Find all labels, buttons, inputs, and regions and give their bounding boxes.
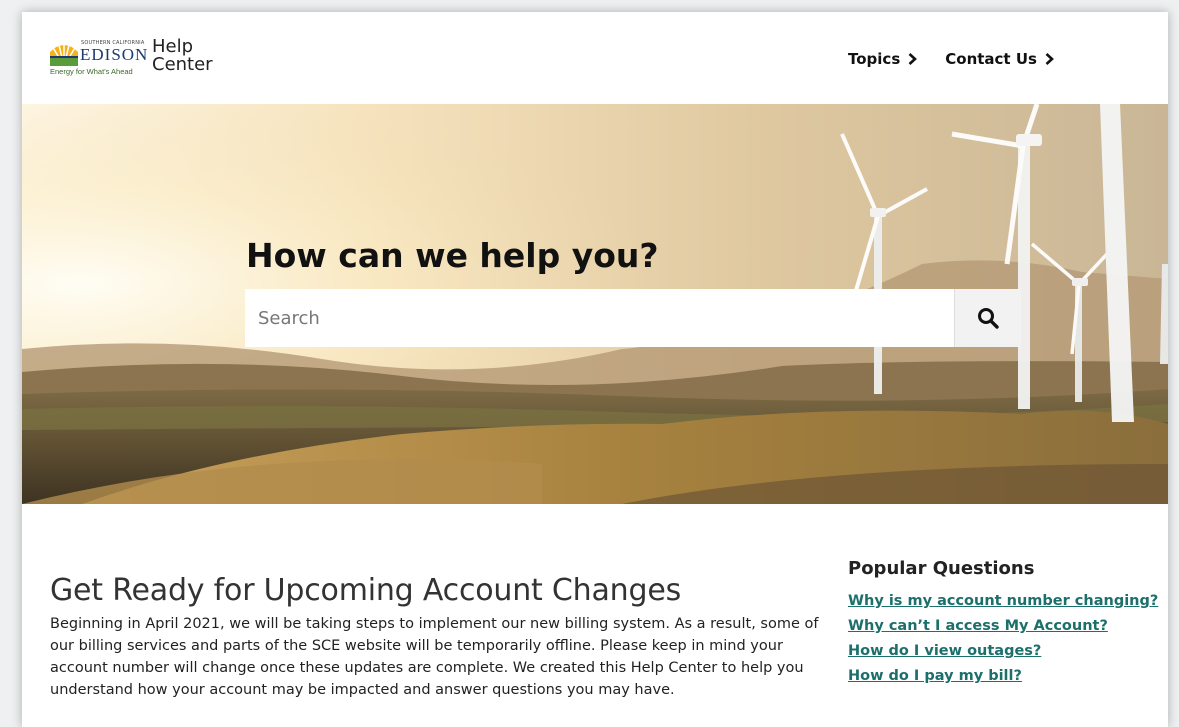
question-link[interactable]: Why is my account number changing? xyxy=(848,593,1166,609)
search-bar xyxy=(245,289,1021,347)
chevron-right-icon xyxy=(1045,53,1054,65)
nav-topics-label: Topics xyxy=(848,50,901,68)
logo-tagline: Energy for What's Ahead xyxy=(50,67,133,76)
nav-contact-label: Contact Us xyxy=(945,50,1037,68)
site-header: SOUTHERN CALIFORNIA EDISON Energy for Wh… xyxy=(22,12,1168,104)
search-button[interactable] xyxy=(954,289,1021,347)
nav-contact-us[interactable]: Contact Us xyxy=(945,50,1054,68)
popular-questions-title: Popular Questions xyxy=(848,558,1035,579)
chevron-right-icon xyxy=(908,53,918,65)
article-body: Beginning in April 2021, we will be taki… xyxy=(50,615,819,698)
site-title: Help Center xyxy=(152,38,213,74)
question-link[interactable]: How do I view outages? xyxy=(848,643,1166,659)
site-logo[interactable]: SOUTHERN CALIFORNIA EDISON Energy for Wh… xyxy=(50,38,213,84)
logo-name: EDISON xyxy=(80,45,149,64)
question-link[interactable]: Why can’t I access My Account? xyxy=(848,618,1166,634)
search-input[interactable] xyxy=(245,289,954,347)
nav-topics[interactable]: Topics xyxy=(848,50,918,68)
sun-logo-icon xyxy=(50,38,78,66)
hero-banner: How can we help you? xyxy=(22,104,1168,504)
site-title-line2: Center xyxy=(152,54,213,75)
main-nav: Topics Contact Us xyxy=(848,50,1054,68)
hero-heading: How can we help you? xyxy=(246,236,659,275)
edison-logo: SOUTHERN CALIFORNIA EDISON Energy for Wh… xyxy=(50,38,148,84)
search-icon xyxy=(978,308,999,329)
question-link[interactable]: How do I pay my bill? xyxy=(848,668,1166,684)
article-heading: Get Ready for Upcoming Account Changes xyxy=(50,572,682,608)
popular-questions: Popular Questions Why is my account numb… xyxy=(848,558,1166,693)
page-frame: SOUTHERN CALIFORNIA EDISON Energy for Wh… xyxy=(22,12,1168,727)
